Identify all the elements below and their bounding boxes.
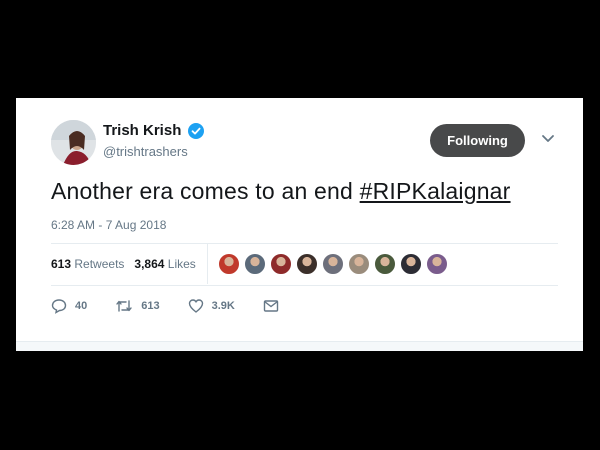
reply-count: 40 (75, 300, 88, 312)
likes-count[interactable]: 3,864 (134, 257, 164, 271)
like-count: 3.9K (211, 300, 235, 312)
hashtag-link[interactable]: #RIPKalaignar (360, 178, 511, 204)
tweet-timestamp[interactable]: 6:28 AM - 7 Aug 2018 (51, 218, 166, 232)
liker-avatar[interactable] (426, 253, 448, 275)
tweet-text-body: Another era comes to an end (51, 178, 360, 204)
retweet-count: 613 (141, 300, 160, 312)
tweet-card: Trish Krish @trishtrashers Following Ano… (16, 98, 583, 351)
likes-label[interactable]: Likes (168, 257, 196, 271)
following-button[interactable]: Following (430, 124, 525, 157)
liker-avatar[interactable] (270, 253, 292, 275)
profile-photo-icon (51, 120, 96, 165)
envelope-icon (263, 300, 279, 312)
reply-icon (51, 299, 67, 314)
divider (207, 244, 208, 284)
divider (51, 285, 558, 286)
likers-avatars[interactable] (218, 253, 452, 275)
tweet-text: Another era comes to an end #RIPKalaigna… (51, 178, 511, 205)
user-handle[interactable]: @trishtrashers (103, 144, 188, 159)
direct-message-button[interactable] (263, 299, 287, 313)
chevron-down-icon[interactable] (541, 134, 555, 144)
liker-avatar[interactable] (322, 253, 344, 275)
display-name[interactable]: Trish Krish (103, 122, 181, 139)
liker-avatar[interactable] (348, 253, 370, 275)
retweets-label[interactable]: Retweets (74, 257, 124, 271)
divider (51, 243, 558, 244)
verified-badge-icon (188, 123, 204, 139)
retweets-count[interactable]: 613 (51, 257, 71, 271)
engagement-stats: 613 Retweets 3,864 Likes (51, 257, 196, 271)
liker-avatar[interactable] (218, 253, 240, 275)
liker-avatar[interactable] (244, 253, 266, 275)
retweet-icon (116, 300, 132, 312)
heart-icon (188, 299, 203, 313)
retweet-button[interactable]: 613 (115, 298, 160, 314)
profile-avatar[interactable] (51, 120, 96, 165)
reply-button[interactable]: 40 (51, 298, 87, 314)
card-footer-strip (16, 341, 583, 351)
liker-avatar[interactable] (374, 253, 396, 275)
liker-avatar[interactable] (296, 253, 318, 275)
like-button[interactable]: 3.9K (188, 298, 235, 314)
tweet-actions: 40 613 3.9K (51, 298, 315, 314)
liker-avatar[interactable] (400, 253, 422, 275)
